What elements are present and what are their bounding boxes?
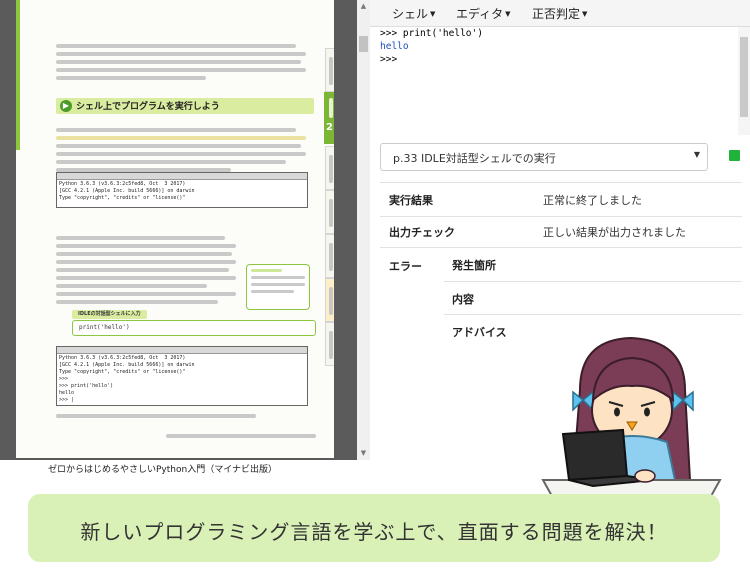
result-row-output: 出力チェック 正しい結果が出力されました (380, 216, 742, 247)
shell-scrollbar[interactable] (738, 27, 750, 135)
exercise-select-value: p.33 IDLE対話型シェルでの実行 (393, 152, 556, 165)
tagline-banner: 新しいプログラミング言語を学ぶ上で、直面する問題を解決！ (28, 494, 720, 562)
error-location-row: 発生箇所 (444, 247, 742, 280)
student-mascot-illustration (541, 336, 722, 499)
idle-input-box: IDLEの対話型シェルに入力 print('hello') (72, 310, 316, 338)
section-heading: ▶ シェル上でプログラムを実行しよう (56, 98, 314, 114)
error-advice-label: アドバイス (452, 326, 507, 339)
figure-caption (56, 410, 256, 422)
section-title: シェル上でプログラムを実行しよう (76, 102, 220, 112)
exercise-select[interactable]: p.33 IDLE対話型シェルでの実行 ▼ (380, 143, 708, 171)
idle-box-label: IDLEの対話型シェルに入力 (72, 310, 147, 319)
output-check-value: 正しい結果が出力されました (543, 226, 686, 239)
error-content-label: 内容 (452, 293, 474, 306)
shell-line-prompt: >>> (380, 54, 398, 65)
menu-editor-label: エディタ (456, 7, 504, 21)
shell-line-output: hello (380, 41, 409, 52)
exec-result-label: 実行結果 (389, 194, 433, 207)
chevron-down-icon: ▼ (505, 10, 511, 18)
exec-result-value: 正常に終了しました (543, 194, 642, 207)
idle-box-code: print('hello') (72, 320, 316, 336)
shell-line: >>> print('hello') (380, 28, 483, 39)
menu-editor[interactable]: エディタ ▼ (456, 5, 511, 22)
menu-bar: シェル ▼ エディタ ▼ 正否判定 ▼ (370, 0, 750, 27)
side-note (246, 264, 310, 310)
book-page: ▶ シェル上でプログラムを実行しよう Python 3.6.3 (v3.6.3:… (16, 0, 334, 458)
shell-output-area[interactable]: >>> print('hello') hello >>> (380, 27, 738, 135)
chapter-tab-7[interactable] (325, 322, 334, 366)
scroll-down-icon[interactable]: ▼ (357, 447, 370, 460)
scroll-up-icon[interactable]: ▲ (357, 0, 370, 13)
error-label: エラー (389, 260, 422, 273)
body-paragraph (56, 124, 306, 176)
shell-scroll-thumb[interactable] (740, 37, 748, 117)
chapter-number: 2 (326, 122, 333, 133)
menu-judge[interactable]: 正否判定 ▼ (532, 5, 587, 22)
menu-judge-label: 正否判定 (532, 7, 581, 21)
chevron-down-icon: ▼ (430, 10, 436, 18)
play-icon: ▶ (60, 100, 72, 112)
chevron-down-icon: ▼ (693, 150, 700, 159)
screenshot-shell-window: Python 3.6.3 (v3.6.3:2c5fed8, Oct 3 2017… (56, 172, 308, 208)
error-location-label: 発生箇所 (452, 259, 496, 272)
chapter-tab-6[interactable] (325, 278, 334, 322)
intro-paragraph (56, 40, 306, 84)
result-row-exec: 実行結果 正常に終了しました (380, 182, 742, 216)
menu-shell[interactable]: シェル ▼ (392, 5, 435, 22)
chapter-tab-1[interactable] (325, 48, 334, 92)
chapter-tab-3[interactable] (325, 146, 334, 190)
chapter-tab-2[interactable]: 2 (324, 92, 334, 144)
page-accent-stripe (16, 0, 20, 150)
tagline-text: 新しいプログラミング言語を学ぶ上で、直面する問題を解決！ (80, 520, 668, 544)
scroll-thumb[interactable] (359, 36, 368, 52)
chapter-tab-5[interactable] (325, 234, 334, 278)
page-footer (166, 430, 316, 442)
book-scrollbar[interactable]: ▲ ▼ (357, 0, 370, 460)
chevron-down-icon: ▼ (582, 10, 588, 18)
book-viewer: ▶ シェル上でプログラムを実行しよう Python 3.6.3 (v3.6.3:… (0, 0, 357, 460)
body-paragraph-2 (56, 232, 236, 308)
run-button[interactable] (729, 150, 740, 161)
error-content-row: 内容 (444, 281, 742, 314)
screenshot-shell-window-2: Python 3.6.3 (v3.6.3:2c5fed8, Oct 3 2017… (56, 346, 308, 406)
output-check-label: 出力チェック (389, 226, 455, 239)
book-caption: ゼロからはじめるやさしいPython入門（マイナビ出版） (48, 465, 278, 475)
chapter-tab-4[interactable] (325, 190, 334, 234)
menu-shell-label: シェル (392, 7, 429, 21)
